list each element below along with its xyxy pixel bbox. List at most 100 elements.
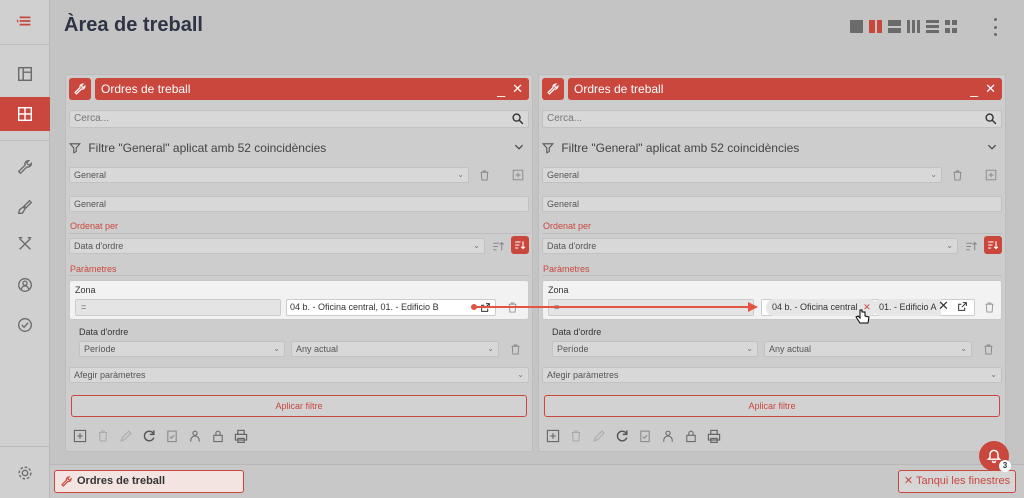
order-select[interactable]: Data d'ordre ⌄: [542, 238, 958, 254]
period-select[interactable]: Període ⌄: [79, 341, 285, 357]
chevron-down-icon[interactable]: [513, 141, 525, 153]
zona-parameter-card: Zona = 04 b. - Oficina central, 01. - Ed…: [69, 280, 529, 320]
sort-ascending-icon[interactable]: [963, 238, 979, 254]
params-label: Paràmetres: [543, 264, 590, 274]
person-refresh-icon: [18, 278, 32, 292]
search-input[interactable]: Cerca...: [542, 110, 1002, 128]
person-assign-icon[interactable]: [186, 427, 203, 444]
layout-switcher: [850, 20, 958, 33]
close-icon[interactable]: ✕: [985, 78, 996, 100]
zona-value-input[interactable]: 04 b. - Oficina central, 01. - Edificio …: [286, 299, 496, 316]
filter-select[interactable]: General ⌄: [542, 167, 942, 183]
clipboard-check-icon[interactable]: [163, 427, 180, 444]
search-placeholder: Cerca...: [547, 113, 583, 124]
filter-header[interactable]: Filtre "General" aplicat amb 52 coincidè…: [542, 141, 1002, 155]
zona-operator-input[interactable]: =: [75, 299, 281, 316]
person-assign-icon[interactable]: [659, 427, 676, 444]
date-label: Data d'ordre: [79, 327, 129, 337]
menu-toggle-button[interactable]: [0, 4, 50, 38]
trash-icon[interactable]: [476, 167, 492, 183]
add-params-select[interactable]: Afegir paràmetres ⌄: [542, 367, 1002, 383]
filter-name-input[interactable]: General: [542, 196, 1002, 212]
sidebar-item-tools[interactable]: [0, 227, 50, 261]
date-parameter-card: Data d'ordre Període ⌄ Any actual ⌄: [69, 324, 529, 362]
apply-filter-button[interactable]: Aplicar filtre: [544, 395, 1000, 417]
sidebar-item-users[interactable]: [0, 268, 50, 302]
print-icon[interactable]: [232, 427, 249, 444]
trash-icon[interactable]: [507, 341, 523, 357]
wrench-icon: [61, 476, 72, 487]
add-icon[interactable]: [71, 427, 88, 444]
page-title: Àrea de treball: [64, 14, 203, 36]
search-icon[interactable]: [984, 112, 998, 126]
period-value-select[interactable]: Any actual ⌄: [291, 341, 499, 357]
filter-title: Filtre "General" aplicat amb 52 coincidè…: [561, 141, 800, 155]
two-row-icon[interactable]: [888, 20, 901, 33]
four-column-icon[interactable]: [907, 20, 920, 33]
sidebar-item-tasks[interactable]: [0, 308, 50, 342]
sort-descending-button[interactable]: [511, 236, 529, 254]
params-label: Paràmetres: [70, 264, 117, 274]
search-icon[interactable]: [511, 112, 525, 126]
sidebar-item-settings[interactable]: [0, 456, 50, 490]
add-params-select[interactable]: Afegir paràmetres ⌄: [69, 367, 529, 383]
list-layout-icon[interactable]: [926, 20, 939, 33]
filter-select[interactable]: General ⌄: [69, 167, 469, 183]
trash-icon[interactable]: [980, 341, 996, 357]
zona-chip-edificio-a[interactable]: 01. - Edificio A: [873, 299, 941, 316]
notifications-button[interactable]: 3: [979, 441, 1011, 472]
delete-icon[interactable]: [567, 427, 584, 444]
add-icon[interactable]: [510, 167, 526, 183]
chevron-down-icon: ⌄: [457, 170, 464, 179]
sort-descending-button[interactable]: [984, 236, 1002, 254]
period-value-select[interactable]: Any actual ⌄: [764, 341, 972, 357]
filter-header[interactable]: Filtre "General" aplicat amb 52 coincidè…: [69, 141, 529, 155]
external-link-icon[interactable]: [957, 301, 968, 312]
two-column-icon[interactable]: [869, 20, 882, 33]
chevron-down-icon[interactable]: [986, 141, 998, 153]
grid-icon: [17, 106, 33, 122]
delete-icon[interactable]: [94, 427, 111, 444]
sidebar-item-workspace[interactable]: [0, 97, 50, 131]
sidebar-item-maintenance[interactable]: [0, 150, 50, 184]
minimize-icon[interactable]: _: [497, 78, 505, 100]
close-all-windows-button[interactable]: ✕ Tanqui les finestres: [898, 470, 1016, 493]
zona-label: Zona: [548, 285, 569, 295]
filter-name-input[interactable]: General: [69, 196, 529, 212]
close-icon: ✕: [903, 475, 916, 487]
taskbar-window-item[interactable]: Ordres de treball: [54, 470, 244, 493]
filter-icon: [69, 143, 81, 154]
add-icon[interactable]: [983, 167, 999, 183]
print-icon[interactable]: [705, 427, 722, 444]
sort-ascending-icon[interactable]: [490, 238, 506, 254]
apply-filter-button[interactable]: Aplicar filtre: [71, 395, 527, 417]
search-input[interactable]: Cerca...: [69, 110, 529, 128]
single-layout-icon[interactable]: [850, 20, 863, 33]
close-icon[interactable]: ✕: [512, 78, 523, 100]
panel-title-bar: Ordres de treball _ ✕: [95, 78, 529, 100]
refresh-icon[interactable]: [613, 427, 630, 444]
minimize-icon[interactable]: _: [970, 78, 978, 100]
lock-icon[interactable]: [682, 427, 699, 444]
date-parameter-card: Data d'ordre Període ⌄ Any actual ⌄: [542, 324, 1002, 362]
panel-wrench-icon: [69, 78, 91, 100]
sidebar: [0, 0, 50, 498]
clipboard-check-icon[interactable]: [636, 427, 653, 444]
period-select[interactable]: Període ⌄: [552, 341, 758, 357]
edit-icon[interactable]: [117, 427, 134, 444]
trash-icon[interactable]: [949, 167, 965, 183]
edit-icon[interactable]: [590, 427, 607, 444]
panel-toolbar: [71, 427, 249, 444]
refresh-icon[interactable]: [140, 427, 157, 444]
trash-icon[interactable]: [981, 299, 997, 315]
notification-count: 3: [999, 460, 1011, 472]
clear-zona-icon[interactable]: ✕: [938, 298, 949, 314]
order-select[interactable]: Data d'ordre ⌄: [69, 238, 485, 254]
sidebar-item-cleaning[interactable]: [0, 190, 50, 224]
order-label: Ordenat per: [70, 221, 119, 231]
add-icon[interactable]: [544, 427, 561, 444]
lock-icon[interactable]: [209, 427, 226, 444]
grid-layout-icon[interactable]: [945, 20, 958, 33]
more-vertical-icon[interactable]: [990, 18, 1000, 36]
sidebar-item-layout[interactable]: [0, 57, 50, 91]
